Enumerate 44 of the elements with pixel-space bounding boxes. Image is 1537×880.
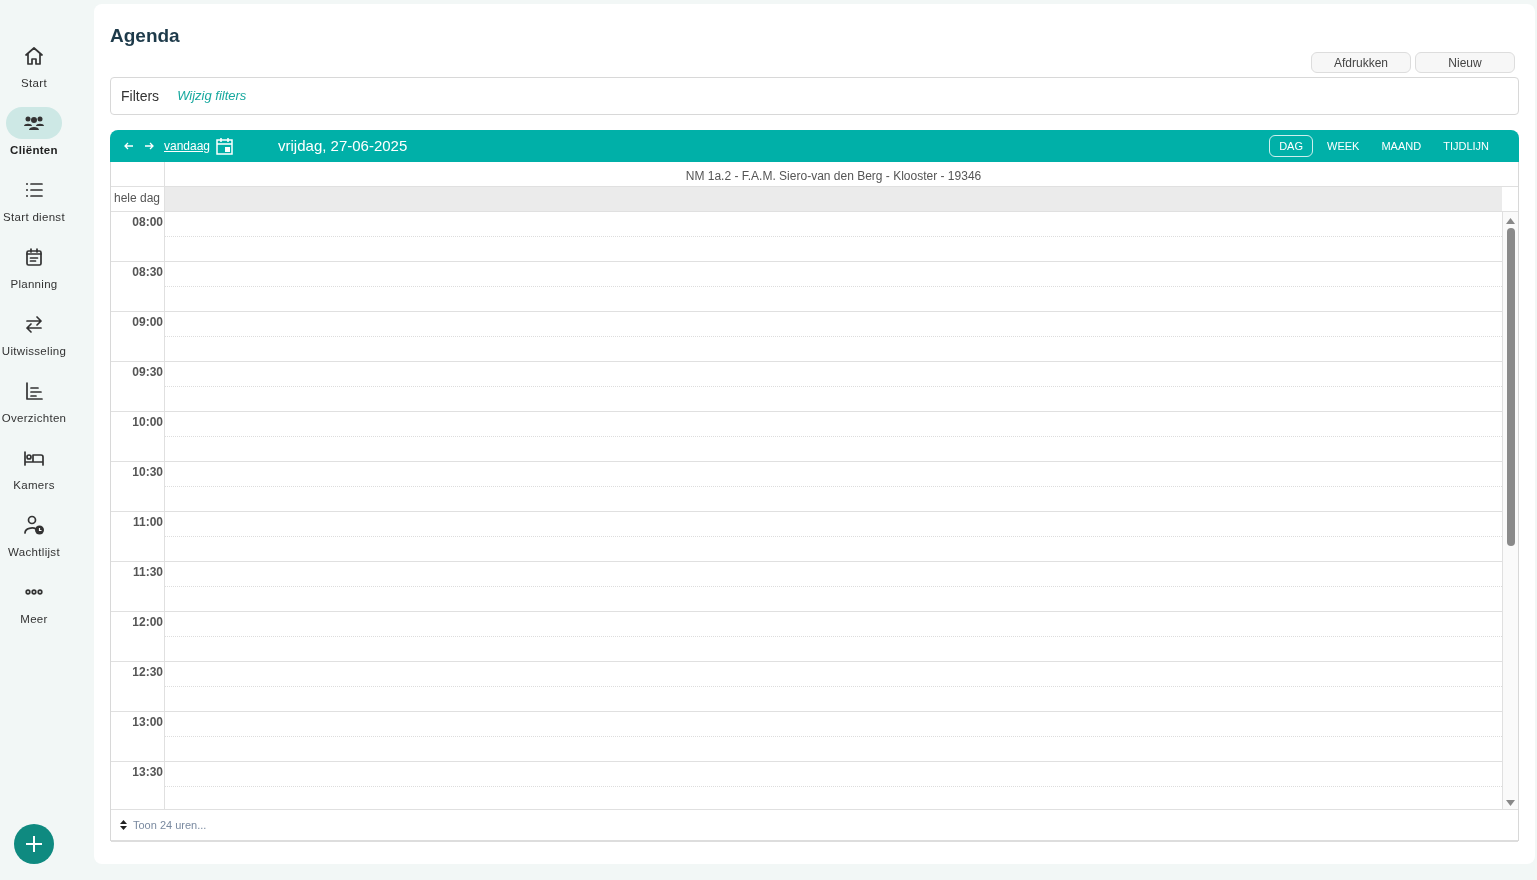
next-arrow-icon[interactable] bbox=[144, 141, 156, 151]
chart-icon bbox=[23, 380, 45, 402]
time-label: 09:30 bbox=[132, 365, 163, 379]
scroll-up-icon[interactable] bbox=[1506, 218, 1515, 224]
sidebar-item[interactable]: Overzichten bbox=[0, 375, 68, 442]
sidebar-item[interactable]: Start bbox=[0, 40, 68, 107]
sidebar-item[interactable]: Kamers bbox=[0, 442, 68, 509]
time-label: 12:00 bbox=[132, 615, 163, 629]
filters-label: Filters bbox=[121, 86, 160, 106]
time-label: 08:00 bbox=[132, 215, 163, 229]
show-24-hours-link[interactable]: Toon 24 uren... bbox=[133, 816, 207, 834]
scrollbar-thumb[interactable] bbox=[1506, 228, 1515, 546]
previous-arrow-icon[interactable] bbox=[124, 141, 136, 151]
time-label: 13:30 bbox=[132, 765, 163, 779]
action-button[interactable]: Nieuw bbox=[1415, 52, 1515, 73]
time-label: 10:00 bbox=[132, 415, 163, 429]
time-label: 11:30 bbox=[132, 565, 163, 579]
time-label: 08:30 bbox=[132, 265, 163, 279]
time-label: 12:30 bbox=[132, 665, 163, 679]
time-label: 11:00 bbox=[132, 515, 163, 529]
sidebar-item[interactable]: Wachtlijst bbox=[0, 509, 68, 576]
current-date: vrijdag, 27-06-2025 bbox=[278, 135, 408, 156]
action-button[interactable]: Afdrukken bbox=[1311, 52, 1411, 73]
calendar-icon[interactable] bbox=[216, 137, 234, 155]
sidebar-item[interactable]: Uitwisseling bbox=[0, 308, 68, 375]
person-clock-icon bbox=[23, 514, 45, 536]
expand-collapse-icon[interactable] bbox=[120, 819, 127, 831]
scroll-down-icon[interactable] bbox=[1506, 800, 1515, 806]
sidebar-item[interactable]: Planning bbox=[0, 241, 68, 308]
add-button[interactable] bbox=[14, 824, 54, 864]
sidebar-item[interactable]: Meer bbox=[0, 576, 68, 643]
more-dots-icon bbox=[25, 589, 43, 595]
sidebar-item[interactable]: Start dienst bbox=[0, 174, 68, 241]
page-title: Agenda bbox=[110, 24, 181, 48]
time-label: 10:30 bbox=[132, 465, 163, 479]
calendar-icon bbox=[23, 246, 45, 268]
scrollbar[interactable] bbox=[1502, 212, 1518, 809]
resource-header: NM 1a.2 - F.A.M. Siero-van den Berg - Klooster - 19346 bbox=[684, 168, 983, 185]
time-label: 13:00 bbox=[132, 715, 163, 729]
swap-arrows-icon bbox=[23, 313, 45, 335]
time-label: 09:00 bbox=[132, 315, 163, 329]
sidebar-item[interactable]: Cliënten bbox=[0, 107, 68, 174]
plus-icon bbox=[25, 835, 43, 853]
home-icon bbox=[23, 45, 45, 67]
